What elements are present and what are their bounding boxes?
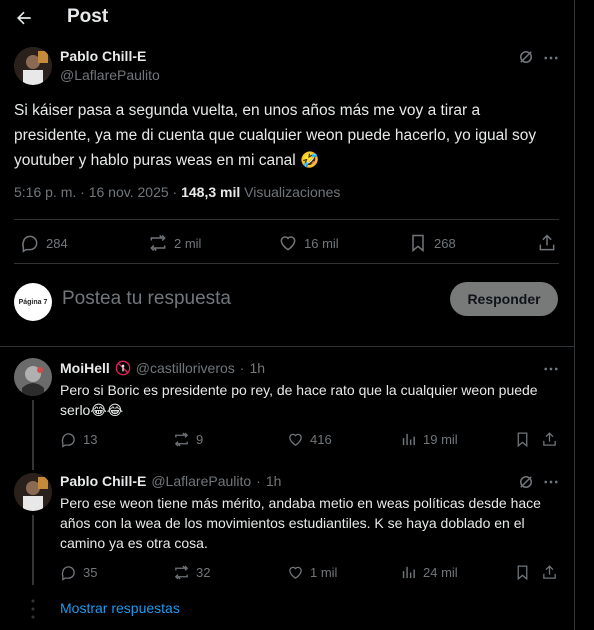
comment-author-name[interactable]: MoiHell <box>60 360 110 376</box>
like-count: 416 <box>310 432 332 447</box>
reply-input[interactable]: Postea tu respuesta <box>62 288 231 310</box>
top-header: Post <box>0 0 575 37</box>
thread-line <box>32 515 34 585</box>
repost-count: 2 mil <box>174 235 202 251</box>
views-action[interactable]: 19 mil <box>400 431 458 448</box>
header-separator: · <box>239 360 245 376</box>
reply-action[interactable]: 35 <box>60 564 97 581</box>
grok-icon[interactable] <box>517 48 535 66</box>
views-action[interactable]: 24 mil <box>400 564 458 581</box>
comment-author-name[interactable]: Pablo Chill-E <box>60 473 146 489</box>
like-icon <box>289 433 302 446</box>
bookmark-count: 268 <box>434 235 456 251</box>
author-handle[interactable]: @LaflarePaulito <box>60 67 160 83</box>
repost-icon <box>174 565 189 580</box>
post-time[interactable]: 5:16 p. m. <box>14 184 76 200</box>
comment-avatar[interactable] <box>14 473 52 511</box>
post-text-body: Si káiser pasa a segunda vuelta, en unos… <box>14 102 537 169</box>
like-action[interactable]: 1 mil <box>287 564 337 581</box>
divider <box>0 346 575 347</box>
comment-author-handle[interactable]: @castilloriveros <box>136 360 235 376</box>
meta-separator: · <box>76 184 89 200</box>
share-icon[interactable] <box>541 431 558 448</box>
repost-count: 32 <box>196 565 211 580</box>
repost-action[interactable]: 9 <box>173 431 203 448</box>
post-date[interactable]: 16 nov. 2025 <box>89 184 169 200</box>
badge-icon <box>115 360 131 376</box>
share-icon[interactable] <box>541 564 558 581</box>
comment-header: Pablo Chill-E @LaflarePaulito · 1h <box>60 473 281 489</box>
reply-icon <box>22 235 38 253</box>
thread-dots-icon <box>31 599 35 619</box>
divider <box>14 219 559 220</box>
like-count: 16 mil <box>304 235 339 251</box>
like-count: 1 mil <box>310 565 338 580</box>
post-meta: 5:16 p. m. · 16 nov. 2025 · 148,3 mil Vi… <box>14 184 340 200</box>
views-icon <box>402 433 415 446</box>
like-icon <box>280 236 296 251</box>
reply-count: 284 <box>46 235 68 251</box>
post-views-count: 148,3 mil <box>181 184 241 200</box>
more-icon[interactable] <box>542 473 560 491</box>
views-count: 24 mil <box>423 565 458 580</box>
thread-line <box>32 400 34 470</box>
composer-avatar-label: Página 7 <box>18 298 48 306</box>
repost-count: 9 <box>196 432 204 447</box>
comment-time[interactable]: 1h <box>249 360 265 376</box>
back-arrow-icon[interactable] <box>14 8 34 28</box>
like-icon <box>289 566 302 579</box>
comment-text: Pero si Boric es presidente po rey, de h… <box>60 382 538 418</box>
repost-icon <box>150 234 166 252</box>
comment-avatar[interactable] <box>14 358 52 396</box>
grok-icon[interactable] <box>517 473 535 491</box>
repost-icon <box>174 432 189 447</box>
reply-action[interactable]: 284 <box>20 233 68 253</box>
author-avatar[interactable] <box>14 47 52 85</box>
post-text: Si káiser pasa a segunda vuelta, en unos… <box>14 98 554 173</box>
composer-avatar: Página 7 <box>14 283 52 321</box>
meta-separator: · <box>168 184 182 200</box>
repost-action[interactable]: 2 mil <box>148 233 201 253</box>
like-action[interactable]: 16 mil <box>278 233 339 253</box>
laughing-emoji-icon: 🤣 <box>300 152 320 169</box>
comment-time[interactable]: 1h <box>266 473 282 489</box>
comment-author-handle[interactable]: @LaflarePaulito <box>151 473 251 489</box>
like-action[interactable]: 416 <box>287 431 332 448</box>
scrollbar[interactable] <box>575 0 594 630</box>
reply-count: 13 <box>83 432 98 447</box>
bookmark-icon[interactable] <box>514 564 531 581</box>
reply-icon <box>61 566 75 581</box>
views-count: 19 mil <box>423 432 458 447</box>
repost-action[interactable]: 32 <box>173 564 210 581</box>
comment-header: MoiHell @castilloriveros · 1h <box>60 360 265 376</box>
more-icon[interactable] <box>542 49 560 67</box>
more-icon[interactable] <box>542 360 560 378</box>
share-icon[interactable] <box>537 233 557 253</box>
bookmark-icon <box>412 234 424 253</box>
bookmark-action[interactable]: 268 <box>408 233 456 253</box>
post-views-label: Visualizaciones <box>240 184 341 200</box>
page-title: Post <box>67 6 109 27</box>
reply-icon <box>61 433 75 448</box>
post-column: Post Pablo Chill-E @LaflarePaulito Si ká… <box>0 0 575 630</box>
show-replies-link[interactable]: Mostrar respuestas <box>60 600 180 616</box>
comment-text: Pero ese weon tiene más mérito, andaba m… <box>60 495 541 551</box>
header-separator: · <box>256 473 261 489</box>
bookmark-icon[interactable] <box>514 431 531 448</box>
author-name[interactable]: Pablo Chill-E <box>60 48 146 64</box>
reply-count: 35 <box>83 565 98 580</box>
reply-button[interactable]: Responder <box>450 282 558 316</box>
reply-action[interactable]: 13 <box>60 431 97 448</box>
divider <box>14 263 559 264</box>
views-icon <box>402 566 415 579</box>
